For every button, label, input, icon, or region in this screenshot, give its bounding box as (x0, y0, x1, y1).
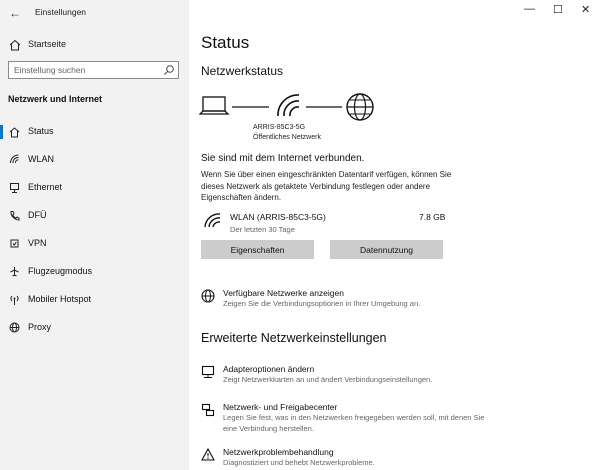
sidebar-item-dfu[interactable]: DFÜ (0, 205, 189, 227)
data-usage-button[interactable]: Datennutzung (330, 240, 443, 259)
sidebar-item-label: VPN (28, 238, 47, 248)
home-nav-icon[interactable] (9, 38, 21, 56)
router-wifi-icon (277, 94, 300, 117)
hotspot-icon (10, 295, 19, 305)
globe-icon (9, 322, 20, 333)
search-icon[interactable] (163, 64, 175, 76)
wifi-icon (10, 154, 19, 164)
sidebar-item-proxy[interactable]: Proxy (0, 317, 189, 339)
phone-icon (10, 211, 20, 221)
connection-status-text: Sie sind mit dem Internet verbunden. (201, 153, 365, 164)
adapter-icon (201, 365, 215, 378)
maximize-button[interactable]: ☐ (553, 3, 563, 16)
close-button[interactable]: ✕ (581, 3, 590, 16)
search-placeholder: Einstellung suchen (14, 65, 86, 75)
airplane-icon (10, 267, 19, 277)
internet-globe-icon (346, 93, 374, 121)
troubleshooting-link[interactable]: Netzwerkproblembehandlung (223, 447, 334, 457)
adapter-options-link[interactable]: Adapteroptionen ändern (223, 364, 314, 374)
available-networks-desc: Zeigen Sie die Verbindungsoptionen in Ih… (223, 299, 421, 308)
network-diagram (199, 93, 374, 121)
search-input[interactable]: Einstellung suchen (8, 61, 179, 79)
network-kind: Öffentliches Netzwerk (253, 134, 321, 141)
adapter-options-desc: Zeigt Netzwerkkarten an und ändert Verbi… (223, 375, 433, 384)
sidebar-item-ethernet[interactable]: Ethernet (0, 177, 189, 199)
sidebar-item-label: DFÜ (28, 210, 47, 220)
home-link[interactable]: Startseite (28, 39, 66, 49)
connection-description: Wenn Sie über einen eingeschränkten Date… (201, 170, 452, 202)
minimize-button[interactable]: — (524, 3, 535, 15)
troubleshooting-desc: Diagnostiziert und behebt Netzwerkproble… (223, 458, 375, 467)
sharing-center-desc: Legen Sie fest, was in den Netzwerken fr… (223, 413, 485, 433)
sidebar-item-label: Ethernet (28, 182, 63, 192)
wlan-data-usage: 7.8 GB (419, 212, 446, 222)
advanced-settings-heading: Erweiterte Netzwerkeinstellungen (201, 331, 387, 345)
sidebar-item-status[interactable]: Status (0, 121, 189, 143)
sidebar: ← Einstellungen Startseite Einstellung s… (0, 0, 189, 470)
wifi-icon (204, 213, 221, 228)
sidebar-item-airplane[interactable]: Flugzeugmodus (0, 261, 189, 283)
back-button[interactable]: ← (9, 6, 21, 20)
page-title: Status (201, 33, 250, 52)
sidebar-item-label: WLAN (28, 154, 55, 164)
warning-icon (201, 448, 215, 461)
properties-button[interactable]: Eigenschaften (201, 240, 314, 259)
sidebar-item-label: Proxy (28, 322, 52, 332)
sharing-center-icon (201, 403, 215, 417)
sidebar-item-vpn[interactable]: VPN (0, 233, 189, 255)
sidebar-item-label: Flugzeugmodus (28, 266, 93, 276)
globe-network-icon (201, 289, 215, 303)
network-status-heading: Netzwerkstatus (201, 64, 284, 78)
section-title: Netzwerk und Internet (8, 94, 103, 104)
home-icon (9, 127, 20, 138)
sidebar-item-label: Mobiler Hotspot (28, 294, 92, 304)
ethernet-icon (10, 183, 19, 193)
sharing-center-link[interactable]: Netzwerk- und Freigabecenter (223, 402, 337, 412)
vpn-icon (10, 239, 19, 248)
available-networks-link[interactable]: Verfügbare Netzwerke anzeigen (223, 288, 344, 298)
wlan-usage-period: Der letzten 30 Tage (230, 225, 295, 234)
wlan-connection-name: WLAN (ARRIS-85C3-5G) (230, 212, 326, 222)
window-title: Einstellungen (35, 7, 87, 17)
network-name: ARRIS-85C3-5G (253, 124, 306, 131)
sidebar-item-wlan[interactable]: WLAN (0, 149, 189, 171)
main-panel: — ☐ ✕ Status Netzwerkstatus ARRIS-85C3-5… (189, 0, 600, 470)
sidebar-item-label: Status (28, 126, 54, 136)
laptop-icon (199, 96, 230, 115)
sidebar-item-hotspot[interactable]: Mobiler Hotspot (0, 289, 189, 311)
